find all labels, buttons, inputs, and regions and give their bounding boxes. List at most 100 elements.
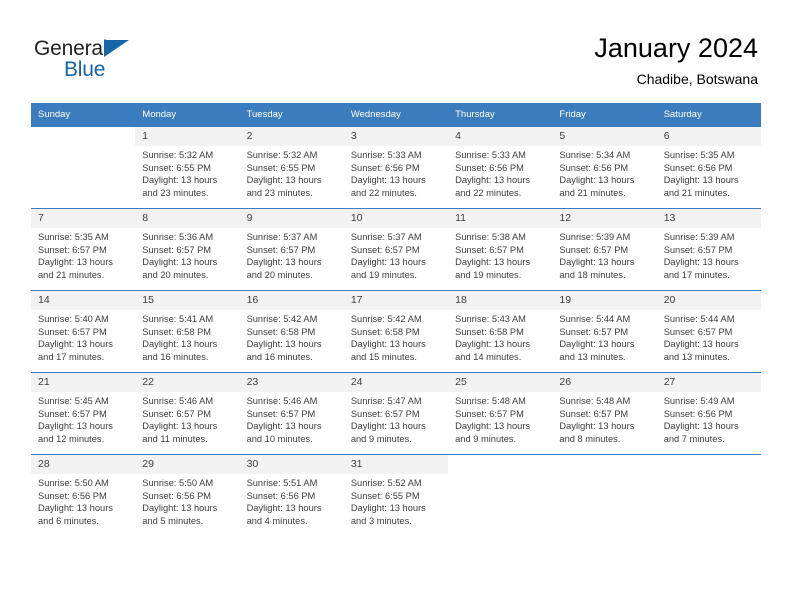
sunset-text: Sunset: 6:56 PM bbox=[559, 162, 629, 173]
day-cell[interactable]: 22 Sunrise: 5:46 AM Sunset: 6:57 PM Dayl… bbox=[135, 372, 240, 455]
week-row: 7 Sunrise: 5:35 AM Sunset: 6:57 PM Dayli… bbox=[31, 208, 761, 291]
week-row: 28 Sunrise: 5:50 AM Sunset: 6:56 PM Dayl… bbox=[31, 454, 761, 536]
daylight-text-line2: and 18 minutes. bbox=[559, 269, 626, 280]
day-cell[interactable] bbox=[656, 454, 761, 536]
sunrise-text: Sunrise: 5:32 AM bbox=[246, 150, 318, 160]
day-cell[interactable]: 31 Sunrise: 5:52 AM Sunset: 6:55 PM Dayl… bbox=[343, 454, 449, 536]
day-cell[interactable]: 5 Sunrise: 5:34 AM Sunset: 6:56 PM Dayli… bbox=[552, 126, 657, 209]
sunrise-text: Sunrise: 5:33 AM bbox=[350, 150, 422, 160]
day-cell[interactable]: 26 Sunrise: 5:48 AM Sunset: 6:57 PM Dayl… bbox=[552, 372, 657, 455]
day-number: 10 bbox=[343, 209, 449, 228]
daylight-text-line2: and 16 minutes. bbox=[246, 351, 313, 362]
sunset-text: Sunset: 6:57 PM bbox=[246, 244, 316, 255]
day-cell[interactable]: 25 Sunrise: 5:48 AM Sunset: 6:57 PM Dayl… bbox=[448, 372, 553, 455]
logo-text-general: General bbox=[34, 37, 108, 60]
daylight-text-line1: Daylight: 13 hours bbox=[38, 339, 113, 350]
day-cell[interactable]: 11 Sunrise: 5:38 AM Sunset: 6:57 PM Dayl… bbox=[448, 208, 553, 291]
sunrise-text: Sunrise: 5:42 AM bbox=[246, 314, 318, 324]
day-cell[interactable]: 18 Sunrise: 5:43 AM Sunset: 6:58 PM Dayl… bbox=[448, 290, 553, 373]
daylight-text-line1: Daylight: 13 hours bbox=[350, 503, 426, 514]
day-cell[interactable] bbox=[552, 454, 657, 536]
day-cell[interactable] bbox=[448, 454, 553, 536]
day-details: Sunrise: 5:51 AM Sunset: 6:56 PM Dayligh… bbox=[240, 474, 344, 536]
day-cell[interactable]: 2 Sunrise: 5:32 AM Sunset: 6:55 PM Dayli… bbox=[239, 126, 344, 209]
daylight-text-line2: and 19 minutes. bbox=[350, 269, 417, 280]
sunrise-text: Sunrise: 5:42 AM bbox=[350, 314, 422, 324]
day-cell[interactable] bbox=[31, 126, 136, 209]
weekday-header-tuesday: Tuesday bbox=[239, 103, 344, 127]
day-number: 16 bbox=[239, 291, 344, 310]
daylight-text-line2: and 23 minutes. bbox=[142, 187, 209, 198]
weekday-header-saturday: Saturday bbox=[656, 103, 761, 127]
day-number: 3 bbox=[343, 127, 449, 146]
calendar-body: 1 Sunrise: 5:32 AM Sunset: 6:55 PM Dayli… bbox=[31, 126, 761, 536]
daylight-text-line2: and 15 minutes. bbox=[350, 351, 417, 362]
sunrise-text: Sunrise: 5:47 AM bbox=[350, 396, 422, 406]
day-cell[interactable]: 21 Sunrise: 5:45 AM Sunset: 6:57 PM Dayl… bbox=[31, 372, 136, 455]
sunrise-text: Sunrise: 5:44 AM bbox=[559, 314, 631, 324]
day-cell[interactable]: 24 Sunrise: 5:47 AM Sunset: 6:57 PM Dayl… bbox=[343, 372, 449, 455]
day-number: 26 bbox=[552, 373, 657, 392]
daylight-text-line1: Daylight: 13 hours bbox=[142, 175, 218, 186]
day-cell[interactable]: 6 Sunrise: 5:35 AM Sunset: 6:56 PM Dayli… bbox=[656, 126, 761, 209]
sunset-text: Sunset: 6:55 PM bbox=[142, 162, 212, 173]
day-cell[interactable]: 9 Sunrise: 5:37 AM Sunset: 6:57 PM Dayli… bbox=[239, 208, 344, 291]
title-block: January 2024 Chadibe, Botswana bbox=[594, 32, 758, 89]
daylight-text-line1: Daylight: 13 hours bbox=[142, 257, 218, 268]
daylight-text-line1: Daylight: 13 hours bbox=[142, 503, 218, 514]
sunset-text: Sunset: 6:57 PM bbox=[559, 408, 629, 419]
day-cell[interactable]: 10 Sunrise: 5:37 AM Sunset: 6:57 PM Dayl… bbox=[343, 208, 449, 291]
sunrise-text: Sunrise: 5:46 AM bbox=[142, 396, 214, 406]
day-details: Sunrise: 5:44 AM Sunset: 6:57 PM Dayligh… bbox=[657, 310, 761, 372]
sunset-text: Sunset: 6:56 PM bbox=[246, 490, 316, 501]
day-cell[interactable]: 27 Sunrise: 5:49 AM Sunset: 6:56 PM Dayl… bbox=[656, 372, 761, 455]
daylight-text-line2: and 20 minutes. bbox=[246, 269, 313, 280]
sunrise-text: Sunrise: 5:37 AM bbox=[350, 232, 422, 242]
day-cell[interactable]: 14 Sunrise: 5:40 AM Sunset: 6:57 PM Dayl… bbox=[31, 290, 136, 373]
day-details: Sunrise: 5:49 AM Sunset: 6:56 PM Dayligh… bbox=[657, 392, 761, 454]
day-number bbox=[448, 455, 553, 474]
sunrise-text: Sunrise: 5:45 AM bbox=[38, 396, 109, 406]
day-cell[interactable]: 15 Sunrise: 5:41 AM Sunset: 6:58 PM Dayl… bbox=[135, 290, 240, 373]
day-cell[interactable]: 12 Sunrise: 5:39 AM Sunset: 6:57 PM Dayl… bbox=[552, 208, 657, 291]
day-cell[interactable]: 28 Sunrise: 5:50 AM Sunset: 6:56 PM Dayl… bbox=[31, 454, 136, 536]
day-number: 17 bbox=[343, 291, 449, 310]
day-cell[interactable]: 7 Sunrise: 5:35 AM Sunset: 6:57 PM Dayli… bbox=[31, 208, 136, 291]
day-cell[interactable]: 4 Sunrise: 5:33 AM Sunset: 6:56 PM Dayli… bbox=[448, 126, 553, 209]
week-row: 21 Sunrise: 5:45 AM Sunset: 6:57 PM Dayl… bbox=[31, 372, 761, 455]
day-cell[interactable]: 20 Sunrise: 5:44 AM Sunset: 6:57 PM Dayl… bbox=[656, 290, 761, 373]
day-number: 24 bbox=[343, 373, 449, 392]
day-details: Sunrise: 5:33 AM Sunset: 6:56 PM Dayligh… bbox=[344, 146, 448, 208]
day-cell[interactable]: 1 Sunrise: 5:32 AM Sunset: 6:55 PM Dayli… bbox=[135, 126, 240, 209]
day-number: 18 bbox=[448, 291, 553, 310]
sunrise-text: Sunrise: 5:48 AM bbox=[559, 396, 631, 406]
sunrise-text: Sunrise: 5:44 AM bbox=[663, 314, 735, 324]
day-cell[interactable]: 29 Sunrise: 5:50 AM Sunset: 6:56 PM Dayl… bbox=[135, 454, 240, 536]
weekday-header-sunday: Sunday bbox=[31, 103, 136, 127]
day-cell[interactable]: 3 Sunrise: 5:33 AM Sunset: 6:56 PM Dayli… bbox=[343, 126, 449, 209]
daylight-text-line2: and 21 minutes. bbox=[559, 187, 626, 198]
daylight-text-line2: and 8 minutes. bbox=[559, 433, 621, 444]
day-details: Sunrise: 5:35 AM Sunset: 6:56 PM Dayligh… bbox=[657, 146, 761, 208]
sunrise-text: Sunrise: 5:35 AM bbox=[38, 232, 109, 242]
general-blue-logo[interactable]: General Blue bbox=[34, 38, 164, 82]
sunset-text: Sunset: 6:57 PM bbox=[38, 244, 107, 255]
daylight-text-line2: and 9 minutes. bbox=[455, 433, 517, 444]
day-cell[interactable]: 30 Sunrise: 5:51 AM Sunset: 6:56 PM Dayl… bbox=[239, 454, 344, 536]
day-cell[interactable]: 8 Sunrise: 5:36 AM Sunset: 6:57 PM Dayli… bbox=[135, 208, 240, 291]
day-cell[interactable]: 17 Sunrise: 5:42 AM Sunset: 6:58 PM Dayl… bbox=[343, 290, 449, 373]
day-cell[interactable]: 13 Sunrise: 5:39 AM Sunset: 6:57 PM Dayl… bbox=[656, 208, 761, 291]
day-cell[interactable]: 16 Sunrise: 5:42 AM Sunset: 6:58 PM Dayl… bbox=[239, 290, 344, 373]
daylight-text-line2: and 12 minutes. bbox=[38, 433, 105, 444]
day-cell[interactable]: 23 Sunrise: 5:46 AM Sunset: 6:57 PM Dayl… bbox=[239, 372, 344, 455]
day-cell[interactable]: 19 Sunrise: 5:44 AM Sunset: 6:57 PM Dayl… bbox=[552, 290, 657, 373]
logo-text-blue: Blue bbox=[64, 58, 106, 81]
daylight-text-line2: and 6 minutes. bbox=[38, 515, 99, 526]
daylight-text-line2: and 13 minutes. bbox=[559, 351, 626, 362]
day-details: Sunrise: 5:44 AM Sunset: 6:57 PM Dayligh… bbox=[552, 310, 656, 372]
daylight-text-line1: Daylight: 13 hours bbox=[559, 421, 635, 432]
page-title: January 2024 bbox=[594, 33, 758, 63]
sunset-text: Sunset: 6:57 PM bbox=[663, 244, 733, 255]
daylight-text-line2: and 19 minutes. bbox=[455, 269, 522, 280]
week-row: 1 Sunrise: 5:32 AM Sunset: 6:55 PM Dayli… bbox=[31, 126, 761, 209]
